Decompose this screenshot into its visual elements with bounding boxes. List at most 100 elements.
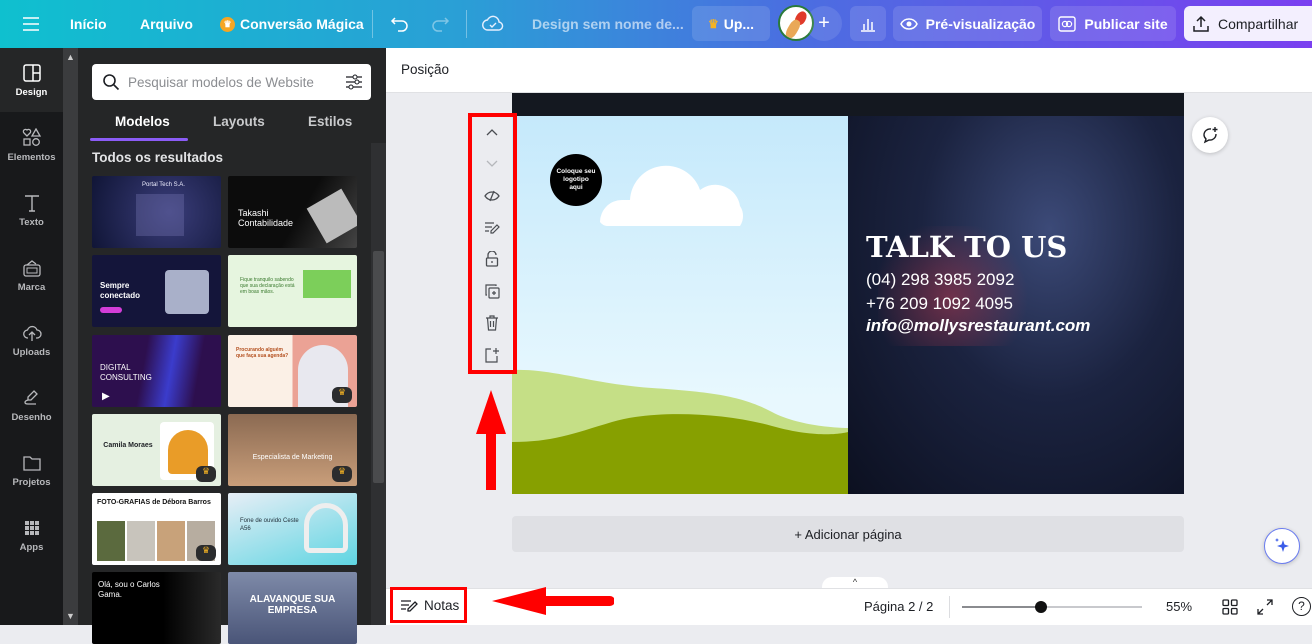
scrollbar-thumb[interactable]	[373, 251, 384, 483]
file-menu[interactable]: Arquivo	[140, 0, 193, 48]
publish-icon	[1058, 15, 1077, 32]
previous-page-edge	[512, 93, 1184, 116]
template-thumbnail[interactable]: Especialista de Marketing ♛	[228, 414, 357, 486]
fullscreen-button[interactable]	[1257, 599, 1273, 620]
template-thumbnail[interactable]: DIGITAL CONSULTING ▶	[92, 335, 221, 407]
search-icon	[103, 74, 120, 91]
rail-label: Apps	[19, 541, 44, 553]
redo-button[interactable]	[430, 0, 450, 48]
rail-label: Projetos	[12, 476, 51, 488]
template-thumbnail[interactable]: FOTO-GRAFIAS de Débora Barros ♛	[92, 493, 221, 565]
preview-button[interactable]: Pré-visualização	[893, 6, 1042, 41]
comment-add-icon	[1203, 127, 1218, 144]
apps-grid-icon	[24, 520, 39, 535]
template-thumbnail[interactable]: Sempre conectado	[92, 255, 221, 327]
cloud-check-icon	[482, 15, 504, 31]
insights-button[interactable]	[850, 6, 886, 41]
eye-icon	[899, 17, 918, 30]
add-page-button[interactable]: + Adicionar página	[512, 516, 1184, 552]
invite-button[interactable]: +	[806, 6, 842, 41]
upgrade-button[interactable]: ♛ Up...	[692, 6, 770, 41]
design-name[interactable]: Design sem nome de...	[532, 0, 684, 48]
left-rail: Design Elementos Texto Marca Uploads Des…	[0, 48, 63, 625]
template-title: ALAVANQUE SUA EMPRESA	[249, 594, 336, 616]
template-title: FOTO-GRAFIAS de Débora Barros	[97, 499, 211, 506]
position-button[interactable]: Posição	[401, 62, 449, 77]
annotation-highlight-box	[468, 113, 517, 374]
tab-styles[interactable]: Estilos	[308, 114, 352, 129]
undo-icon	[390, 17, 408, 32]
tab-models[interactable]: Modelos	[115, 114, 170, 129]
hamburger-icon	[23, 17, 39, 31]
tab-layouts[interactable]: Layouts	[213, 114, 265, 129]
template-thumbnail[interactable]: Camila Moraes ♛	[92, 414, 221, 486]
rail-item-text[interactable]: Texto	[0, 178, 63, 242]
template-title: Fique tranquilo sabendo que sua declaraç…	[240, 277, 295, 295]
rail-item-uploads[interactable]: Uploads	[0, 308, 63, 372]
scroll-down-icon[interactable]: ▼	[66, 611, 75, 621]
page-indicator[interactable]: Página 2 / 2	[864, 599, 933, 614]
rail-item-projects[interactable]: Projetos	[0, 438, 63, 502]
grid-view-button[interactable]	[1222, 599, 1238, 620]
undo-button[interactable]	[390, 0, 410, 48]
magic-assistant-button[interactable]	[1264, 528, 1300, 564]
search-input[interactable]: Pesquisar modelos de Website	[92, 64, 371, 100]
home-link[interactable]: Início	[70, 0, 107, 48]
search-placeholder: Pesquisar modelos de Website	[128, 74, 314, 90]
premium-crown-icon: ♛	[332, 387, 352, 403]
design-page[interactable]: Coloque seu logotipo aqui TALK TO US (04…	[512, 116, 1184, 494]
saved-status[interactable]	[482, 0, 504, 48]
add-comment-button[interactable]	[1192, 117, 1228, 153]
rail-item-design[interactable]: Design	[0, 48, 63, 112]
menu-button[interactable]	[22, 0, 40, 48]
rail-item-elements[interactable]: Elementos	[0, 113, 63, 177]
expand-icon	[1257, 599, 1273, 615]
rail-label: Marca	[17, 281, 46, 293]
draw-icon	[23, 389, 38, 405]
rail-label: Design	[15, 86, 48, 98]
share-button[interactable]: Compartilhar	[1184, 6, 1312, 41]
publish-site-button[interactable]: Publicar site	[1050, 6, 1176, 41]
contact-heading[interactable]: TALK TO US	[866, 230, 1067, 264]
logo-placeholder[interactable]: Coloque seu logotipo aqui	[550, 154, 602, 206]
template-thumbnail[interactable]: Olá, sou o Carlos Gama.	[92, 572, 221, 644]
filter-icon[interactable]	[345, 73, 363, 91]
template-thumbnail[interactable]: Portal Tech S.A.	[92, 176, 221, 248]
premium-crown-icon: ♛	[196, 545, 216, 561]
template-title: Fone de ouvido Ceste A56	[240, 518, 299, 532]
brand-icon	[22, 259, 41, 277]
template-thumbnail[interactable]: ALAVANQUE SUA EMPRESA	[228, 572, 357, 644]
help-button[interactable]: ?	[1292, 597, 1311, 616]
scroll-up-icon[interactable]: ▲	[66, 52, 75, 62]
rail-item-draw[interactable]: Desenho	[0, 373, 63, 437]
phone-2[interactable]: +76 209 1092 4095	[866, 294, 1013, 314]
magic-switch-button[interactable]: ♛ Conversão Mágica	[220, 0, 364, 48]
phone-1[interactable]: (04) 298 3985 2092	[866, 270, 1014, 290]
rail-item-brand[interactable]: Marca	[0, 243, 63, 307]
upload-share-icon	[1193, 15, 1209, 32]
crown-icon: ♛	[707, 16, 719, 31]
annotation-highlight-box	[390, 587, 467, 623]
crown-icon: ♛	[220, 16, 235, 32]
template-title: DIGITAL CONSULTING	[100, 363, 152, 382]
zoom-level[interactable]: 55%	[1166, 599, 1192, 614]
rail-scrollbar[interactable]: ▲ ▼	[63, 48, 78, 625]
rail-item-apps[interactable]: Apps	[0, 503, 63, 567]
help-icon: ?	[1298, 599, 1305, 613]
template-thumbnail[interactable]: Fone de ouvido Ceste A56	[228, 493, 357, 565]
template-thumbnail[interactable]: Fique tranquilo sabendo que sua declaraç…	[228, 255, 357, 327]
rail-label: Elementos	[7, 151, 56, 163]
template-thumbnail[interactable]: Takashi Contabilidade	[228, 176, 357, 248]
top-bar: Início Arquivo ♛ Conversão Mágica Design…	[0, 0, 1312, 48]
email[interactable]: info@mollysrestaurant.com	[866, 316, 1090, 336]
divider	[466, 10, 467, 38]
template-thumbnail[interactable]: Procurando alguém que faça sua agenda? ♛	[228, 335, 357, 407]
sparkle-icon	[1275, 538, 1289, 552]
folder-icon	[22, 455, 41, 471]
cloud	[600, 165, 744, 226]
play-icon: ▶	[102, 391, 110, 402]
zoom-slider-handle[interactable]	[1035, 601, 1048, 613]
plus-icon: +	[818, 12, 830, 34]
panel-scrollbar[interactable]	[371, 143, 386, 625]
zoom-slider[interactable]	[962, 601, 1142, 613]
